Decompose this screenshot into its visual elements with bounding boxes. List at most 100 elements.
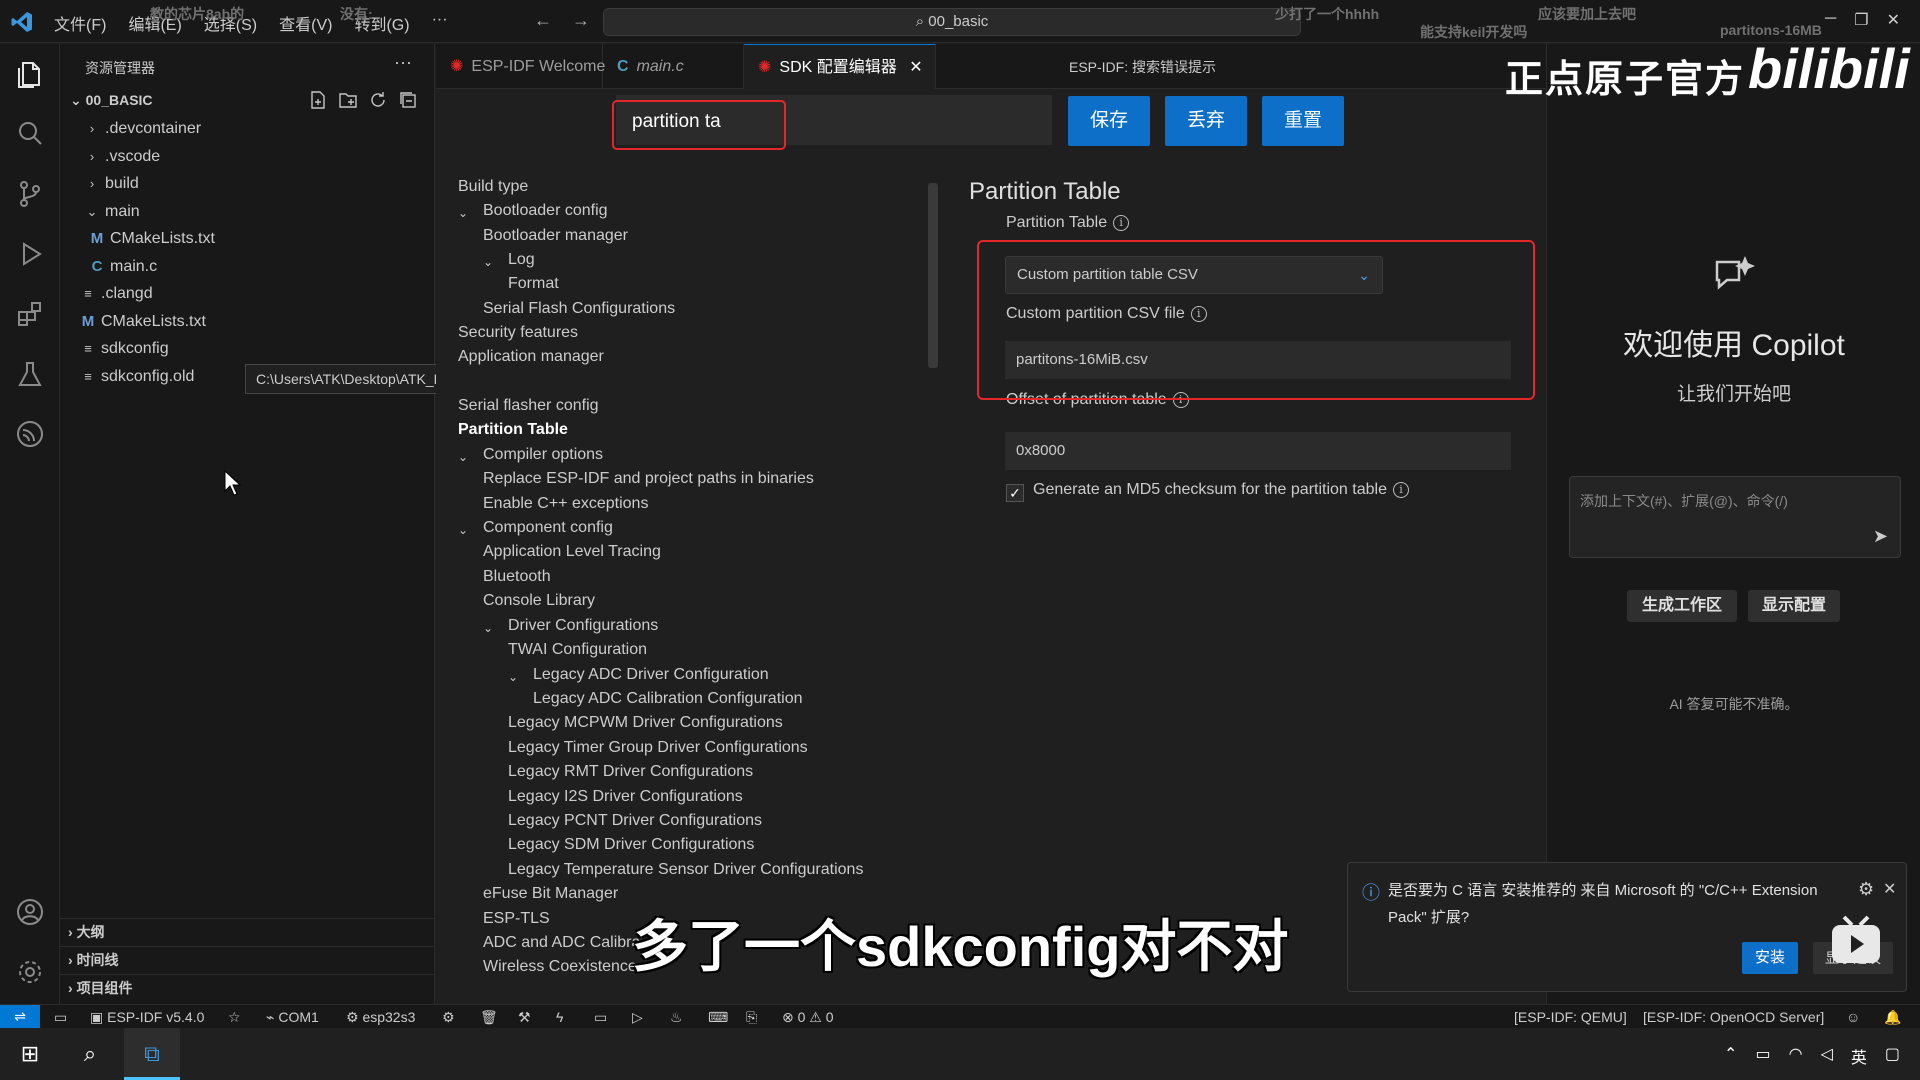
tab-sdk-config-editor[interactable]: ✺ SDK 配置编辑器 ✕ [744,44,936,89]
tree-node[interactable]: eFuse Bit Manager [483,885,618,903]
notifications-bell-icon[interactable]: 🔔 [1884,1009,1901,1026]
reset-button[interactable]: 重置 [1262,96,1344,146]
timeline-section[interactable]: › 时间线 [60,946,435,974]
command-center[interactable]: ⌕ 00_basic [603,8,1301,36]
tree-item-sdkconfig-old[interactable]: ≡ sdkconfig.old [79,368,194,386]
offset-input[interactable]: 0x8000 [1005,432,1511,470]
info-icon[interactable]: i [1392,481,1409,498]
explorer-icon[interactable] [14,58,46,90]
tree-node[interactable]: Driver Configurations [508,617,658,635]
discard-button[interactable]: 丢弃 [1165,96,1247,146]
collapse-all-icon[interactable] [398,90,418,110]
tree-node[interactable]: Bluetooth [483,568,551,586]
tree-node[interactable]: Compiler options [483,446,603,464]
project-components-section[interactable]: › 项目组件 [60,974,435,1002]
chevron-down-icon[interactable]: ⌄ [458,523,468,537]
menu-more[interactable]: ··· [432,11,448,35]
esp-idf-error-hints[interactable]: ESP-IDF: 搜索错误提示 [1069,57,1216,77]
wrench-icon[interactable]: ⚒ [518,1009,531,1026]
tree-node[interactable]: Bootloader manager [483,227,628,245]
tree-node[interactable]: Legacy Temperature Sensor Driver Configu… [508,861,863,879]
star-icon[interactable]: ☆ [228,1009,241,1026]
show-config-button[interactable]: 显示配置 [1748,590,1840,622]
search-icon[interactable]: ⌕ [62,1028,118,1080]
close-tab-icon[interactable]: ✕ [909,59,922,76]
menu-view[interactable]: 查看(V) [279,11,332,35]
info-icon[interactable]: i [1113,214,1130,231]
close-icon[interactable]: ✕ [1883,879,1896,899]
new-folder-icon[interactable] [338,90,358,110]
chevron-down-icon[interactable]: ⌄ [458,450,468,464]
source-control-icon[interactable] [14,178,46,210]
tree-node[interactable]: Serial flasher config [458,397,599,415]
espressif-icon[interactable] [14,418,46,450]
tree-node[interactable]: Legacy SDM Driver Configurations [508,836,754,854]
notification-center-icon[interactable]: ▢ [1885,1044,1900,1068]
tree-item-devcontainer[interactable]: › .devcontainer [83,120,201,138]
tree-node[interactable]: Legacy RMT Driver Configurations [508,763,753,781]
tree-scrollbar[interactable] [928,183,938,368]
generate-workspace-button[interactable]: 生成工作区 [1627,590,1737,622]
copilot-status-icon[interactable]: ☺ [1846,1009,1860,1025]
tree-node[interactable]: ESP-TLS [483,910,550,928]
restore-icon[interactable]: ❐ [1854,10,1868,30]
tree-node[interactable]: Serial Flash Configurations [483,300,675,318]
terminal-icon[interactable]: ⌨ [708,1009,728,1026]
chevron-down-icon[interactable]: ⌄ [483,621,493,635]
tree-node-selected[interactable]: Partition Table [458,421,568,439]
run-debug-icon[interactable] [14,238,46,270]
gear-icon[interactable]: ⚙ [1858,879,1874,900]
forward-arrow-icon[interactable]: → [572,10,590,31]
esp-idf-version[interactable]: ▣ ESP-IDF v5.4.0 [90,1009,204,1026]
trash-icon[interactable]: 🗑 [480,1009,498,1026]
ime-indicator[interactable]: 英 [1851,1044,1867,1068]
folder-icon[interactable]: ▭ [54,1009,67,1026]
build-flash-monitor-icon[interactable]: ⎘ [746,1009,757,1026]
tree-item-main-c[interactable]: Cmain.c [88,258,158,276]
refresh-icon[interactable] [368,90,388,110]
monitor-icon[interactable]: ▭ [594,1009,607,1026]
search-icon[interactable] [14,118,46,150]
tree-node[interactable]: Legacy MCPWM Driver Configurations [508,714,783,732]
tree-item-sdkconfig[interactable]: ≡ sdkconfig [79,340,168,358]
tree-node[interactable]: Legacy PCNT Driver Configurations [508,812,762,830]
windows-start-icon[interactable]: ⊞ [2,1028,58,1080]
tree-node[interactable]: Replace ESP-IDF and project paths in bin… [483,470,814,488]
target-device[interactable]: ⚙ esp32s3 [346,1009,415,1026]
tree-item-clangd[interactable]: ≡ .clangd [79,285,152,303]
close-window-icon[interactable]: ✕ [1887,10,1900,30]
md5-checkbox[interactable]: ✓ [1006,484,1024,502]
tree-node[interactable]: Legacy ADC Driver Configuration [533,666,769,684]
remote-icon[interactable]: ⇌ [0,1005,40,1029]
tree-node[interactable]: Legacy I2S Driver Configurations [508,788,743,806]
tree-node[interactable]: Enable C++ exceptions [483,495,648,513]
problems-indicator[interactable]: ⊗ 0 ⚠ 0 [782,1009,834,1026]
wifi-icon[interactable]: ◠ [1789,1044,1803,1068]
tree-node[interactable]: Console Library [483,592,595,610]
chevron-up-icon[interactable]: ⌃ [1724,1044,1737,1068]
battery-icon[interactable]: ▭ [1755,1044,1770,1068]
outline-section[interactable]: › 大纲 [60,918,435,946]
tree-node[interactable]: TWAI Configuration [508,641,647,659]
debug-icon[interactable]: ▷ [632,1009,643,1026]
menu-file[interactable]: 文件(F) [54,11,106,35]
tab-esp-idf-welcome[interactable]: ✺ ESP-IDF Welcome [436,44,605,89]
openocd-status[interactable]: [ESP-IDF: OpenOCD Server] [1643,1009,1824,1025]
save-button[interactable]: 保存 [1068,96,1150,146]
minimize-icon[interactable]: ─ [1825,10,1836,30]
flame-icon[interactable]: ♨ [670,1009,683,1026]
tree-node[interactable]: Wireless Coexistence [483,958,637,976]
tree-item-build[interactable]: › build [83,175,139,193]
chevron-down-icon[interactable]: ⌄ [508,670,518,684]
manage-gear-icon[interactable] [14,956,46,988]
tree-item-vscode[interactable]: › .vscode [83,148,160,166]
install-button[interactable]: 安装 [1742,942,1798,974]
sdk-config-icon[interactable]: ⚙ [442,1009,455,1026]
more-actions-icon[interactable]: ··· [394,52,412,73]
serial-port[interactable]: ⌁ COM1 [266,1009,319,1026]
send-icon[interactable]: ➤ [1873,526,1888,547]
account-icon[interactable] [14,896,46,928]
extensions-icon[interactable] [14,298,46,330]
workspace-folder[interactable]: ⌄ 00_BASIC [70,92,153,109]
tree-node[interactable]: Legacy ADC Calibration Configuration [533,690,802,708]
